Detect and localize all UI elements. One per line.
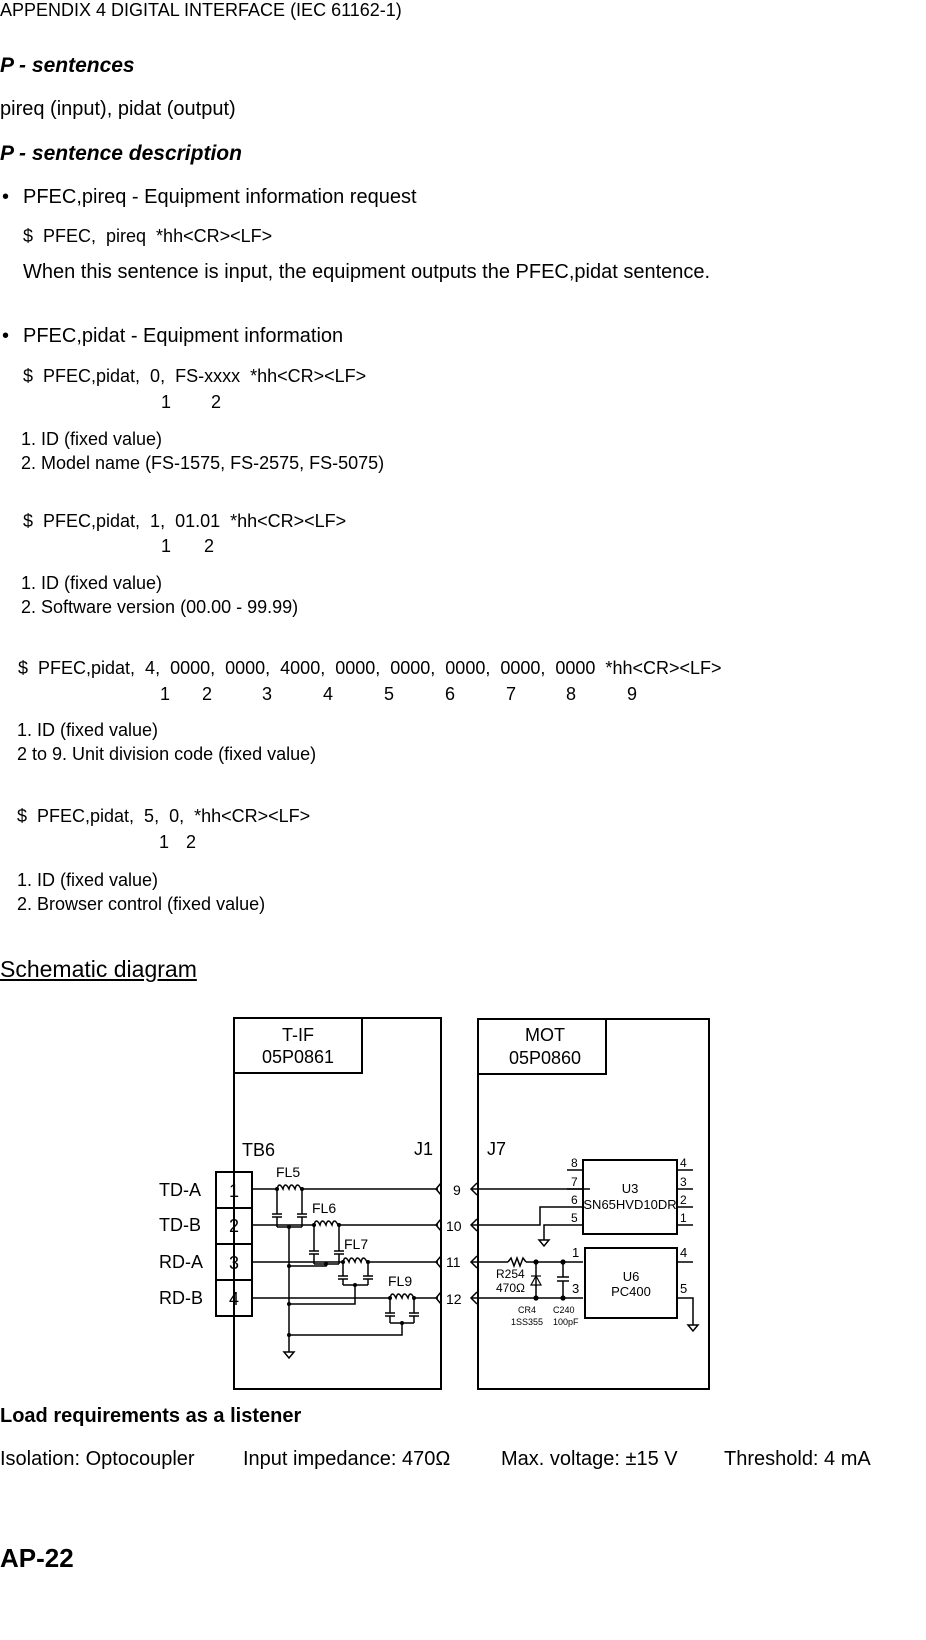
tb-pin: 1: [229, 1181, 239, 1201]
filter-label: FL9: [388, 1273, 412, 1289]
board-mot-part: 05P0860: [509, 1048, 581, 1068]
connector-j1-label: J1: [414, 1139, 433, 1159]
u3-pin: 2: [680, 1193, 687, 1207]
u3-pin: 4: [680, 1156, 687, 1170]
signal-label: RD-B: [159, 1288, 203, 1308]
board-mot-name: MOT: [525, 1025, 565, 1045]
schematic-diagram: T-IF 05P0861 MOT 05P0860 TB6 J1 J7 TD-A …: [159, 1017, 710, 1390]
r254-value: 470Ω: [496, 1281, 525, 1295]
signal-label: TD-A: [159, 1180, 201, 1200]
ground-bus: [282, 1227, 403, 1360]
board-t-if-name: T-IF: [282, 1025, 314, 1045]
u3-ref: U3: [622, 1181, 639, 1196]
filter-label: FL7: [344, 1236, 368, 1252]
tb-pin: 3: [229, 1253, 239, 1273]
u3-part: SN65HVD10DR: [583, 1197, 676, 1212]
u6-part: PC400: [611, 1284, 651, 1299]
load-impedance: Input impedance: 470Ω: [243, 1448, 451, 1470]
connector-pin: 9: [453, 1182, 461, 1198]
cr4-ref: CR4: [518, 1305, 536, 1315]
u3-pin: 7: [571, 1175, 578, 1189]
u6-pin: 1: [572, 1245, 579, 1260]
u6-pin: 4: [680, 1245, 687, 1260]
c240-value: 100pF: [553, 1317, 579, 1327]
c240-ref: C240: [553, 1305, 575, 1315]
filter-label: FL5: [276, 1164, 300, 1180]
terminal-tb6-label: TB6: [242, 1140, 275, 1160]
tb-pin: 2: [229, 1216, 239, 1236]
connector-pin: 10: [446, 1218, 462, 1234]
tb-pin: 4: [229, 1289, 239, 1309]
u6-pin: 5: [680, 1281, 687, 1296]
load-voltage: Max. voltage: ±15 V: [501, 1448, 678, 1470]
filter-fl5: [272, 1184, 307, 1228]
load-isolation: Isolation: Optocoupler: [0, 1448, 195, 1470]
u6-ref: U6: [623, 1269, 640, 1284]
connector-pin: 12: [446, 1291, 462, 1307]
u3-pin: 8: [571, 1156, 578, 1170]
u3-pin: 6: [571, 1193, 578, 1207]
signal-label: TD-B: [159, 1215, 201, 1235]
cr4-part: 1SS355: [511, 1317, 543, 1327]
u3-pin: 3: [680, 1175, 687, 1189]
load-threshold: Threshold: 4 mA: [724, 1448, 871, 1470]
board-t-if-part: 05P0861: [262, 1047, 334, 1067]
load-requirements-heading: Load requirements as a listener: [0, 1405, 302, 1427]
u3-pin: 1: [680, 1211, 687, 1225]
u6-pin: 3: [572, 1281, 579, 1296]
page-number: AP-22: [0, 1543, 74, 1573]
connector-pin: 11: [446, 1254, 461, 1270]
filter-label: FL6: [312, 1200, 336, 1216]
u3-pin: 5: [571, 1211, 578, 1225]
filter-fl6: [309, 1220, 344, 1265]
connector-j7-label: J7: [487, 1139, 506, 1159]
signal-label: RD-A: [159, 1252, 203, 1272]
connector-arrows: [435, 1182, 478, 1305]
r254-ref: R254: [496, 1267, 525, 1281]
